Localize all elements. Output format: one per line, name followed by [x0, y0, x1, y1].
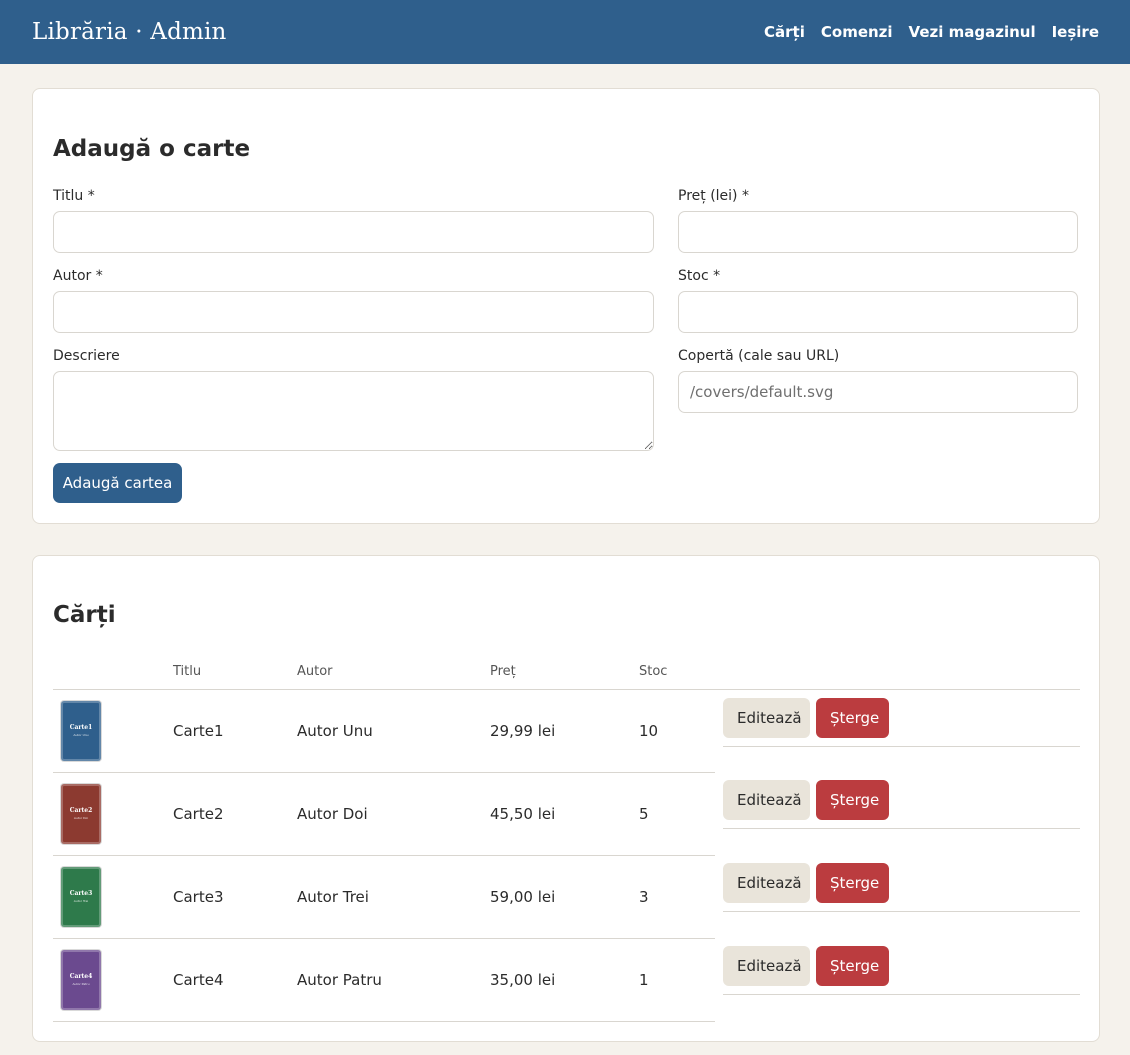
books-heading: Cărți — [53, 602, 116, 628]
column-header-actions — [715, 654, 1080, 690]
book-cover-thumbnail: Carte4 Autor Patru — [61, 949, 101, 1010]
book-title: Carte2 — [173, 772, 297, 856]
delete-button[interactable]: Șterge — [816, 780, 889, 820]
author-input[interactable] — [53, 291, 654, 333]
book-stock: 3 — [639, 855, 715, 939]
nav-link-orders[interactable]: Comenzi — [821, 23, 893, 41]
stock-input[interactable] — [678, 291, 1078, 333]
row-actions: Editează Șterge — [723, 780, 1080, 829]
delete-button[interactable]: Șterge — [816, 863, 889, 903]
book-cover-thumbnail: Carte1 Autor Unu — [61, 700, 101, 761]
cover-input[interactable] — [678, 371, 1078, 413]
cover-label: Copertă (cale sau URL) — [678, 348, 840, 364]
column-header-author: Autor — [297, 654, 490, 690]
cover-author-text: Autor Patru — [72, 981, 90, 986]
book-author: Autor Trei — [297, 855, 490, 939]
title-label: Titlu * — [53, 188, 95, 204]
column-header-stock: Stoc — [639, 654, 715, 690]
main-nav: Cărți Comenzi Vezi magazinul Ieșire — [764, 23, 1099, 41]
cover-author-text: Autor Doi — [73, 815, 89, 820]
book-cover-thumbnail: Carte3 Autor Trei — [61, 866, 101, 927]
top-navbar: Librăria · Admin Cărți Comenzi Vezi maga… — [0, 0, 1130, 64]
cover-title-text: Carte1 — [69, 723, 93, 731]
add-book-card: Adaugă o carte Titlu * Preț (lei) * Auto… — [32, 88, 1100, 524]
book-title: Carte3 — [173, 855, 297, 939]
cover-author-text: Autor Trei — [73, 898, 89, 903]
row-actions: Editează Șterge — [723, 697, 1080, 747]
edit-button[interactable]: Editează — [723, 946, 810, 986]
edit-button[interactable]: Editează — [723, 697, 810, 738]
nav-link-books[interactable]: Cărți — [764, 23, 805, 41]
book-cover-thumbnail: Carte2 Autor Doi — [61, 783, 101, 844]
table-header-row: Titlu Autor Preț Stoc — [53, 654, 1080, 690]
book-author: Autor Doi — [297, 772, 490, 856]
book-price: 45,50 lei — [490, 772, 639, 856]
book-stock: 1 — [639, 938, 715, 1022]
column-header-cover — [53, 654, 173, 690]
books-card: Cărți Titlu Autor Preț Stoc Carte1 Autor… — [32, 555, 1100, 1042]
row-actions: Editează Șterge — [723, 946, 1080, 995]
stock-label: Stoc * — [678, 268, 721, 284]
cover-title-text: Carte2 — [69, 806, 93, 814]
cover-author-text: Autor Unu — [73, 732, 89, 737]
table-row: Carte2 Autor Doi Carte2 Autor Doi 45,50 … — [53, 772, 1080, 856]
table-row: Carte4 Autor Patru Carte4 Autor Patru 35… — [53, 938, 1080, 1022]
edit-button[interactable]: Editează — [723, 780, 810, 820]
book-author: Autor Patru — [297, 938, 490, 1022]
add-book-heading: Adaugă o carte — [53, 136, 251, 162]
book-title: Carte4 — [173, 938, 297, 1022]
row-actions: Editează Șterge — [723, 863, 1080, 912]
book-price: 59,00 lei — [490, 855, 639, 939]
book-title: Carte1 — [173, 689, 297, 773]
book-stock: 10 — [639, 689, 715, 773]
delete-button[interactable]: Șterge — [816, 697, 889, 738]
add-book-button[interactable]: Adaugă cartea — [53, 463, 182, 503]
nav-link-logout[interactable]: Ieșire — [1052, 23, 1099, 41]
edit-button[interactable]: Editează — [723, 863, 810, 903]
book-stock: 5 — [639, 772, 715, 856]
book-author: Autor Unu — [297, 689, 490, 773]
book-price: 35,00 lei — [490, 938, 639, 1022]
cover-title-text: Carte3 — [69, 889, 93, 897]
table-row: Carte1 Autor Unu Carte1 Autor Unu 29,99 … — [53, 689, 1080, 773]
brand-title: Librăria · Admin — [32, 19, 227, 45]
nav-link-view-store[interactable]: Vezi magazinul — [909, 23, 1036, 41]
price-label: Preț (lei) * — [678, 188, 749, 204]
column-header-price: Preț — [490, 654, 639, 690]
table-row: Carte3 Autor Trei Carte3 Autor Trei 59,0… — [53, 855, 1080, 939]
book-price: 29,99 lei — [490, 689, 639, 773]
column-header-title: Titlu — [173, 654, 297, 690]
price-input[interactable] — [678, 211, 1078, 253]
author-label: Autor * — [53, 268, 103, 284]
books-table: Titlu Autor Preț Stoc Carte1 Autor Unu C… — [53, 654, 1080, 1022]
delete-button[interactable]: Șterge — [816, 946, 889, 986]
title-input[interactable] — [53, 211, 654, 253]
description-textarea[interactable] — [53, 371, 654, 451]
description-label: Descriere — [53, 348, 120, 364]
cover-title-text: Carte4 — [69, 972, 93, 980]
